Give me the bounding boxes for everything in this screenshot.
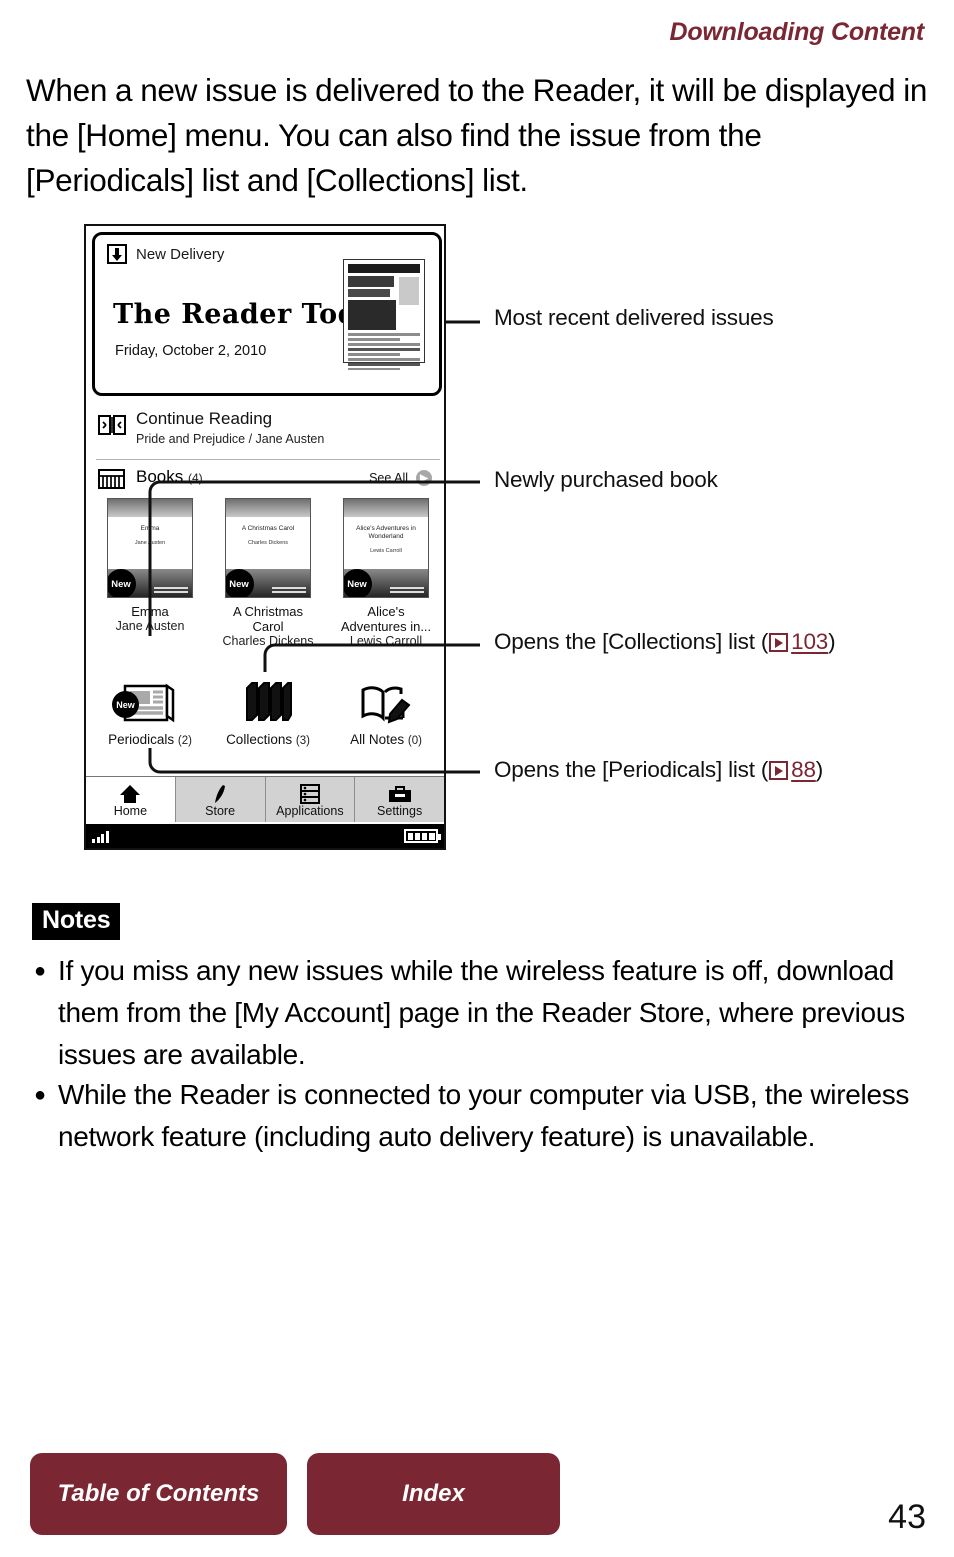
bullet-icon: ● <box>34 960 46 982</box>
callout-collections-prefix: Opens the [Collections] list ( <box>494 629 769 654</box>
notes-tag: Notes <box>32 903 121 940</box>
index-button[interactable]: Index <box>307 1453 560 1535</box>
callout-newly-purchased: Newly purchased book <box>494 467 718 492</box>
table-of-contents-button[interactable]: Table of Contents <box>30 1453 287 1535</box>
callout-collections-suffix: ) <box>828 629 836 654</box>
page-reference-number[interactable]: 103 <box>791 629 828 654</box>
page-reference-number[interactable]: 88 <box>791 757 816 782</box>
page-number: 43 <box>888 1498 926 1536</box>
note-text: If you miss any new issues while the wir… <box>58 955 905 1070</box>
callout-periodicals-suffix: ) <box>815 757 824 782</box>
callout-most-recent: Most recent delivered issues <box>494 305 774 330</box>
note-list-item: ● While the Reader is connected to your … <box>34 1074 928 1158</box>
callout-periodicals: Opens the [Periodicals] list ( 88) <box>494 757 823 783</box>
page-reference-icon <box>769 633 789 652</box>
page-reference-icon <box>769 761 789 780</box>
note-text: While the Reader is connected to your co… <box>58 1079 910 1152</box>
bullet-icon: ● <box>34 1084 46 1106</box>
note-list-item: ● If you miss any new issues while the w… <box>34 950 928 1076</box>
callout-periodicals-prefix: Opens the [Periodicals] list ( <box>494 757 769 782</box>
callout-collections: Opens the [Collections] list ( 103) <box>494 629 836 655</box>
